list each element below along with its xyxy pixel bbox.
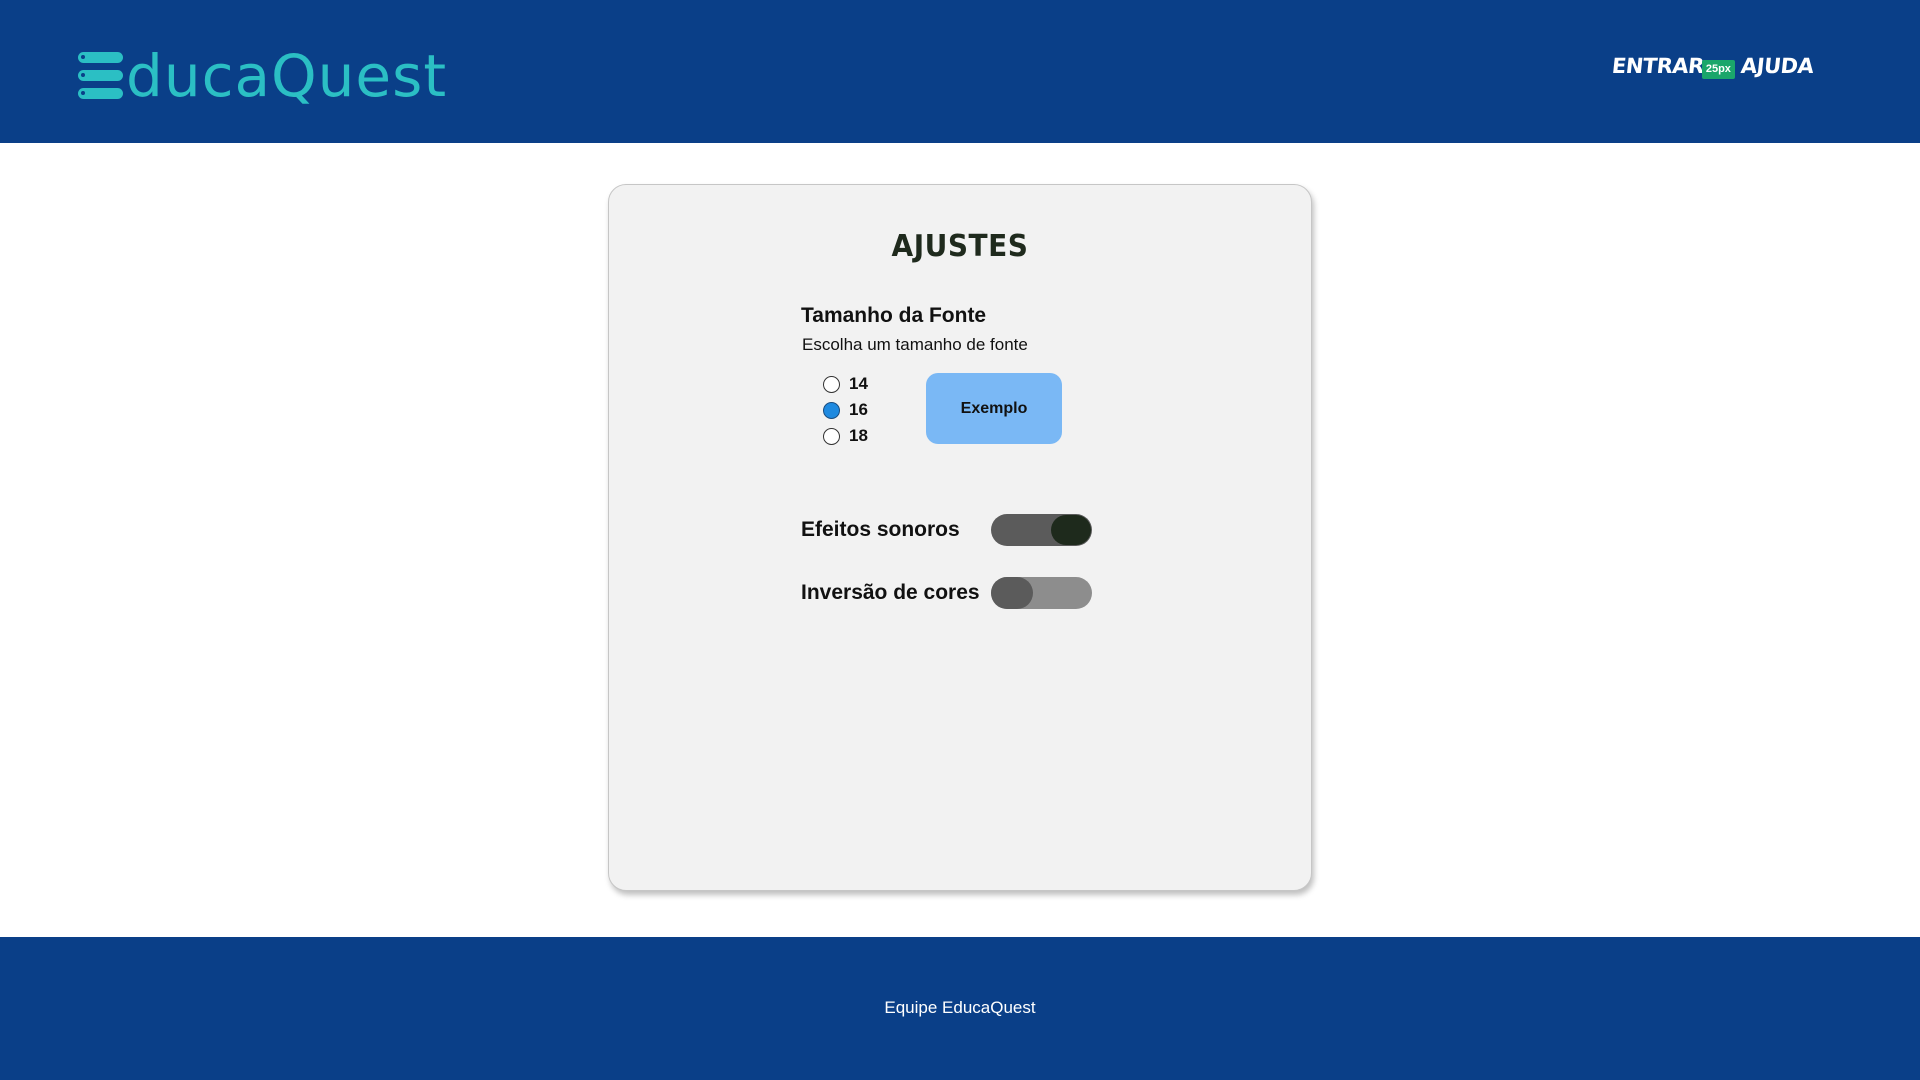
top-nav: ENTRAR 25px AJUDA [1611, 52, 1815, 79]
logo[interactable]: ducaQuest [78, 44, 447, 108]
toggle-knob [991, 577, 1033, 609]
logo-text: ducaQuest [126, 42, 448, 110]
logo-menu-icon [78, 52, 123, 100]
radio-button[interactable] [823, 427, 840, 445]
font-size-title: Tamanho da Fonte [801, 304, 987, 327]
radio-label: 14 [849, 374, 868, 393]
color-inversion-label: Inversão de cores [801, 581, 980, 604]
main-content: AJUSTES Tamanho da Fonte Escolha um tama… [0, 143, 1920, 937]
help-link[interactable]: AJUDA [1740, 54, 1815, 78]
radio-button-selected[interactable] [823, 401, 840, 419]
example-button[interactable]: Exemplo [926, 373, 1062, 444]
toggle-knob [1051, 515, 1091, 545]
sound-effects-setting: Efeitos sonoros [801, 514, 1092, 546]
settings-card: AJUSTES Tamanho da Fonte Escolha um tama… [608, 184, 1312, 891]
settings-title: AJUSTES [891, 227, 1029, 264]
top-bar: ducaQuest ENTRAR 25px AJUDA [0, 0, 1920, 143]
font-size-radio-group: 14 16 18 [823, 371, 868, 449]
radio-button[interactable] [823, 375, 840, 393]
sound-effects-label: Efeitos sonoros [801, 518, 960, 541]
color-inversion-toggle[interactable] [991, 577, 1092, 609]
font-size-option-18[interactable]: 18 [823, 423, 868, 449]
footer-text: Equipe EducaQuest [884, 998, 1036, 1017]
radio-label: 18 [849, 426, 868, 445]
footer: Equipe EducaQuest [0, 937, 1920, 1080]
font-size-option-16[interactable]: 16 [823, 397, 868, 423]
login-link[interactable]: ENTRAR [1611, 54, 1705, 78]
font-size-badge: 25px [1701, 60, 1735, 79]
font-size-option-14[interactable]: 14 [823, 371, 868, 397]
radio-label: 16 [849, 400, 868, 419]
sound-effects-toggle[interactable] [991, 514, 1092, 546]
color-inversion-setting: Inversão de cores [801, 577, 1092, 609]
font-size-subtitle: Escolha um tamanho de fonte [802, 335, 1028, 354]
